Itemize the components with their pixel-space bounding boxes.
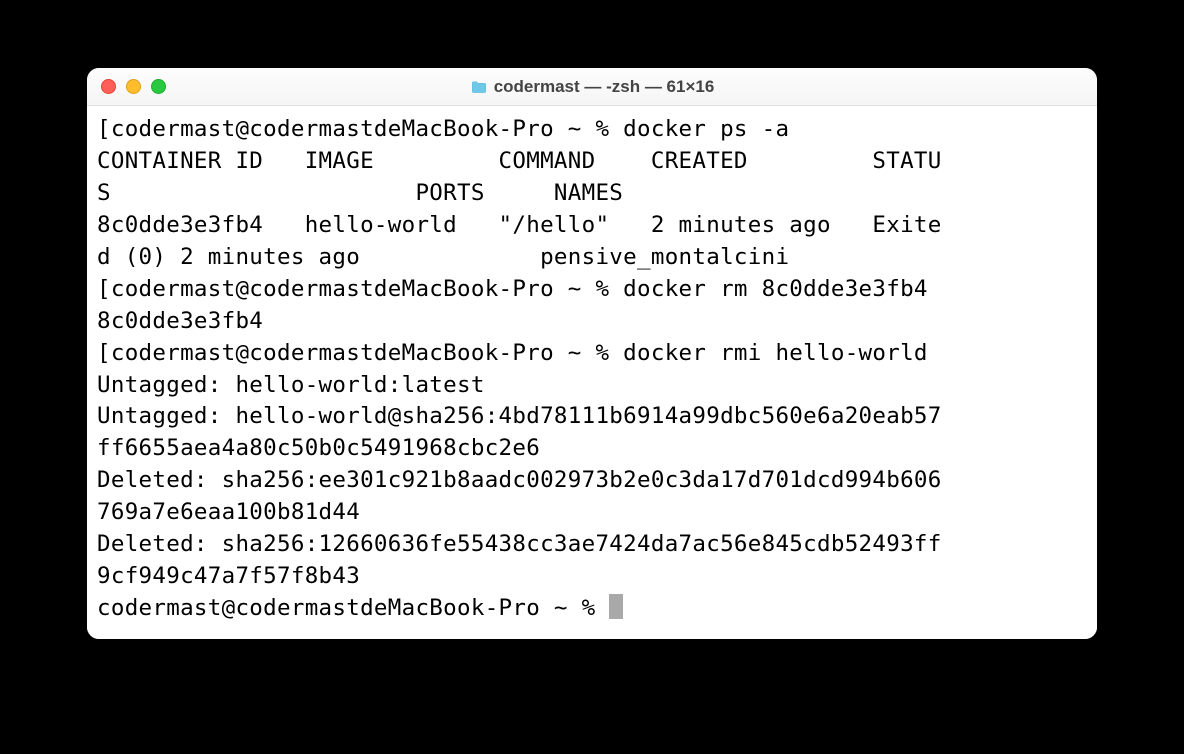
terminal-line: 8c0dde3e3fb4 <box>97 306 1087 338</box>
folder-icon <box>470 80 488 94</box>
terminal-line: d (0) 2 minutes ago pensive_montalcini <box>97 242 1087 274</box>
close-button[interactable] <box>101 79 116 94</box>
cursor <box>609 594 623 619</box>
terminal-line: Untagged: hello-world:latest <box>97 370 1087 402</box>
terminal-line: Deleted: sha256:12660636fe55438cc3ae7424… <box>97 529 1087 561</box>
terminal-line: [codermast@codermastdeMacBook-Pro ~ % do… <box>97 114 1087 146</box>
terminal-window: codermast — -zsh — 61×16 [codermast@code… <box>87 68 1097 639</box>
terminal-line: [codermast@codermastdeMacBook-Pro ~ % do… <box>97 338 1087 370</box>
terminal-line: 9cf949c47a7f57f8b43 <box>97 561 1087 593</box>
terminal-line: 8c0dde3e3fb4 hello-world "/hello" 2 minu… <box>97 210 1087 242</box>
traffic-lights <box>101 79 166 94</box>
window-title-text: codermast — -zsh — 61×16 <box>494 77 715 97</box>
terminal-line: S PORTS NAMES <box>97 178 1087 210</box>
terminal-line: [codermast@codermastdeMacBook-Pro ~ % do… <box>97 274 1087 306</box>
terminal-line: ff6655aea4a80c50b0c5491968cbc2e6 <box>97 433 1087 465</box>
terminal-line: CONTAINER ID IMAGE COMMAND CREATED STATU <box>97 146 1087 178</box>
terminal-line: Untagged: hello-world@sha256:4bd78111b69… <box>97 401 1087 433</box>
window-title: codermast — -zsh — 61×16 <box>87 77 1097 97</box>
terminal-line: 769a7e6eaa100b81d44 <box>97 497 1087 529</box>
terminal-body[interactable]: [codermast@codermastdeMacBook-Pro ~ % do… <box>87 106 1097 639</box>
minimize-button[interactable] <box>126 79 141 94</box>
zoom-button[interactable] <box>151 79 166 94</box>
prompt-text: codermast@codermastdeMacBook-Pro ~ % <box>97 595 609 621</box>
titlebar[interactable]: codermast — -zsh — 61×16 <box>87 68 1097 106</box>
prompt-line: codermast@codermastdeMacBook-Pro ~ % <box>97 593 1087 625</box>
terminal-line: Deleted: sha256:ee301c921b8aadc002973b2e… <box>97 465 1087 497</box>
